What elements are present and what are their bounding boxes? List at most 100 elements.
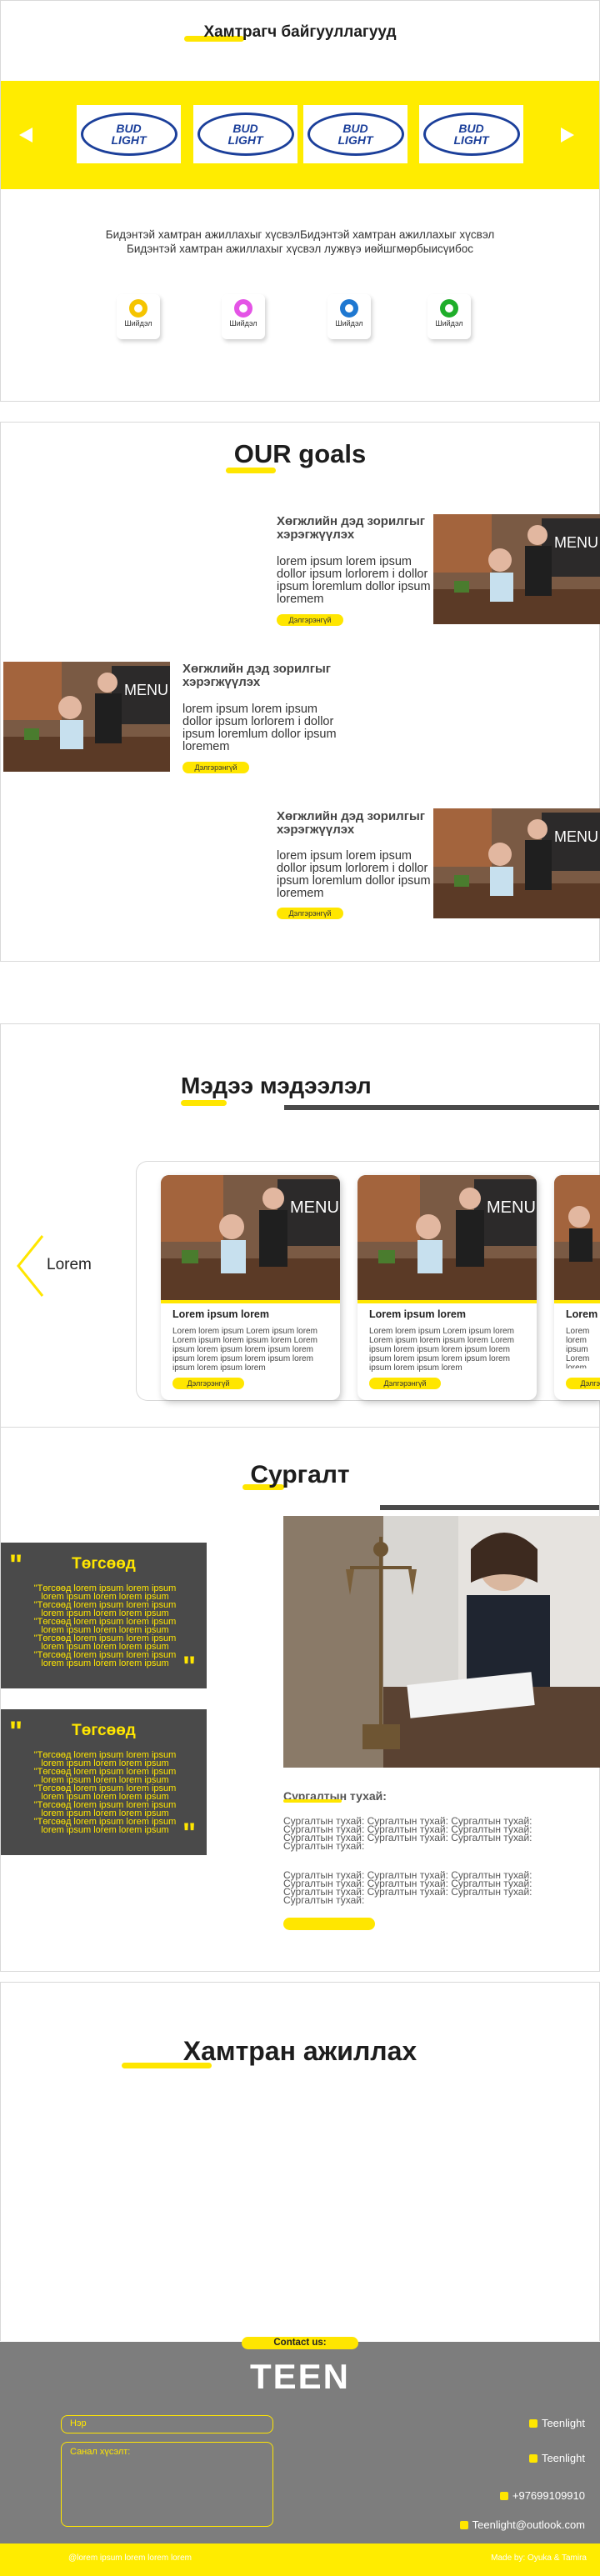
footer-left-text: @lorem ipsum lorem lorem lorem [68,2553,192,2563]
goal-text: lorem ipsum lorem ipsum dollor ipsum lor… [277,555,431,606]
cooperate-section: Хамтран ажиллах [0,1982,600,2341]
testimonial-card: " Төгсөөд "Төгсөөд lorem ipsum lorem ips… [1,1543,207,1688]
news-card-text: Lorem lorem ipsum Lorem ipsum lorem Lore… [172,1327,318,1373]
testimonial-card: " Төгсөөд "Төгсөөд lorem ipsum lorem ips… [1,1709,207,1855]
about-text: Сургалтын тухай: Сургалтын тухай: Сургал… [283,1815,532,1852]
goal-photo: MENU [433,514,600,624]
footer-right-text: Made by: Oyuka & Tamira [491,2553,587,2563]
goals-title: OUR goals [233,439,367,468]
contact-item[interactable]: Teenlight [528,2452,585,2464]
goal-text: lorem ipsum lorem ipsum dollor ipsum lor… [182,703,337,753]
testimonial-text: "Төгсөөд lorem ipsum lorem ipsum lorem i… [33,1583,177,1668]
news-photo [554,1175,600,1300]
bud-light-logo: BUD LIGHT [80,113,178,156]
partner-logo-card[interactable]: BUD LIGHT [303,105,408,163]
phone-icon [499,2491,508,2500]
facebook-icon [528,2418,538,2428]
partners-title: Хамтрагч байгууллагууд [203,23,397,41]
message-field[interactable]: Санал хүсэлт: [61,2442,273,2527]
gear-badge-icon [440,299,458,318]
chevron-left-icon[interactable] [16,1234,44,1298]
news-accent-bar [161,1300,340,1303]
bud-light-logo: BUD LIGHT [307,113,404,156]
cooperate-title: Хамтран ажиллах [182,2036,418,2066]
quote-close-icon: " [182,1651,197,1683]
partners-section: Хамтрагч байгууллагууд BUD LIGHT BUD LIGHT… [0,0,600,402]
news-card-title: Lorem ipsum lorem [172,1308,269,1320]
news-title-rule [284,1105,599,1110]
training-section: Сургалт " Төгсөөд "Төгсөөд lorem ipsum l… [0,1427,600,1972]
news-more-button[interactable]: Дэлгэрэнгүй [566,1378,600,1389]
testimonial-title: Төгсөөд [72,1555,136,1573]
partners-description: Бидэнтэй хамтран ажиллахыг хүсвэлБидэнтэ… [105,228,495,255]
svg-text:MENU: MENU [554,534,598,551]
news-accent-bar [554,1300,600,1303]
name-field[interactable]: Нэр [61,2415,273,2433]
award-badge: Шийдэл [222,294,265,339]
training-title: Сургалт [250,1461,350,1488]
testimonial-title: Төгсөөд [72,1722,136,1739]
news-more-button[interactable]: Дэлгэрэнгүй [172,1378,244,1389]
news-title: Мэдээ мэдээлэл [181,1073,372,1098]
title-highlight [181,1100,227,1106]
news-card[interactable]: Lorem Lorem lorem ipsum Lorem lorem Lore… [554,1175,600,1400]
svg-text:MENU: MENU [554,828,598,845]
training-photo [283,1516,600,1768]
goal-text: lorem ipsum lorem ipsum dollor ipsum lor… [277,849,431,900]
gear-badge-icon [234,299,252,318]
brand-logo: TEEN [249,2357,350,2396]
training-title-rule [380,1505,599,1510]
partner-logo-card[interactable]: BUD LIGHT [77,105,181,163]
news-card-title: Lorem ipsum lorem [369,1308,466,1320]
footer-bar: @lorem ipsum lorem lorem lorem Made by: … [0,2543,600,2576]
name-placeholder: Нэр [70,2418,87,2428]
bud-light-logo: BUD LIGHT [422,113,520,156]
testimonial-text: "Төгсөөд lorem ipsum lorem ipsum lorem i… [33,1750,177,1835]
triangle-left-icon[interactable] [19,128,32,143]
news-card[interactable]: MENU Lorem ipsum lorem Lorem lorem ipsum… [358,1175,537,1400]
news-card[interactable]: MENU Lorem ipsum lorem Lorem lorem ipsum… [161,1175,340,1400]
about-text: Сургалтын тухай: Сургалтын тухай: Сургал… [283,1869,532,1906]
goal-title: Хөгжлийн дэд зорилгыг хэрэгжүүлэх [182,662,332,689]
goal-more-button[interactable]: Дэлгэрэнгүй [277,908,343,919]
training-more-button[interactable] [283,1918,375,1930]
award-badge: Шийдэл [428,294,471,339]
contact-item[interactable]: +97699109910 [499,2489,585,2502]
news-card-title: Lorem [566,1308,598,1320]
news-accent-bar [358,1300,537,1303]
svg-text:MENU: MENU [124,682,168,698]
contact-item[interactable]: Teenlight [528,2417,585,2429]
contact-item[interactable]: Teenlight@outlook.com [459,2518,585,2531]
quote-close-icon: " [182,1818,197,1849]
cafe-photo-icon: MENU [433,514,600,624]
news-more-button[interactable]: Дэлгэрэнгүй [369,1378,441,1389]
instagram-icon [528,2453,538,2463]
news-photo: MENU [161,1175,340,1300]
partner-logo-card[interactable]: BUD LIGHT [193,105,298,163]
partner-logo-card[interactable]: BUD LIGHT [419,105,523,163]
contact-label: Contact us: [242,2337,358,2349]
bud-light-logo: BUD LIGHT [197,113,294,156]
gear-badge-icon [340,299,358,318]
news-side-label: Lorem [47,1256,92,1273]
news-card-text: Lorem lorem ipsum Lorem lorem Lorem lore… [566,1327,590,1368]
message-placeholder: Санал хүсэлт: [70,2447,131,2457]
triangle-right-icon[interactable] [561,128,574,143]
goal-title: Хөгжлийн дэд зорилгыг хэрэгжүүлэх [277,514,426,542]
svg-text:MENU: MENU [487,1198,536,1217]
svg-text:MENU: MENU [290,1198,339,1217]
award-badge: Шийдэл [117,294,160,339]
award-badge: Шийдэл [328,294,371,339]
goal-more-button[interactable]: Дэлгэрэнгүй [277,614,343,626]
gear-badge-icon [129,299,148,318]
news-photo: MENU [358,1175,537,1300]
goal-photo: MENU [433,808,600,918]
title-highlight [283,1799,342,1803]
goals-section: OUR goals Хөгжлийн дэд зорилгыг хэрэгжүүл… [0,422,600,962]
mail-icon [459,2520,468,2529]
goal-title: Хөгжлийн дэд зорилгыг хэрэгжүүлэх [277,809,426,837]
goal-photo: MENU [3,662,170,772]
contact-footer: Contact us: TEEN Нэр Санал хүсэлт: Teenl… [0,2337,600,2576]
news-card-text: Lorem lorem ipsum Lorem ipsum lorem Lore… [369,1327,514,1373]
goal-more-button[interactable]: Дэлгэрэнгүй [182,762,249,773]
